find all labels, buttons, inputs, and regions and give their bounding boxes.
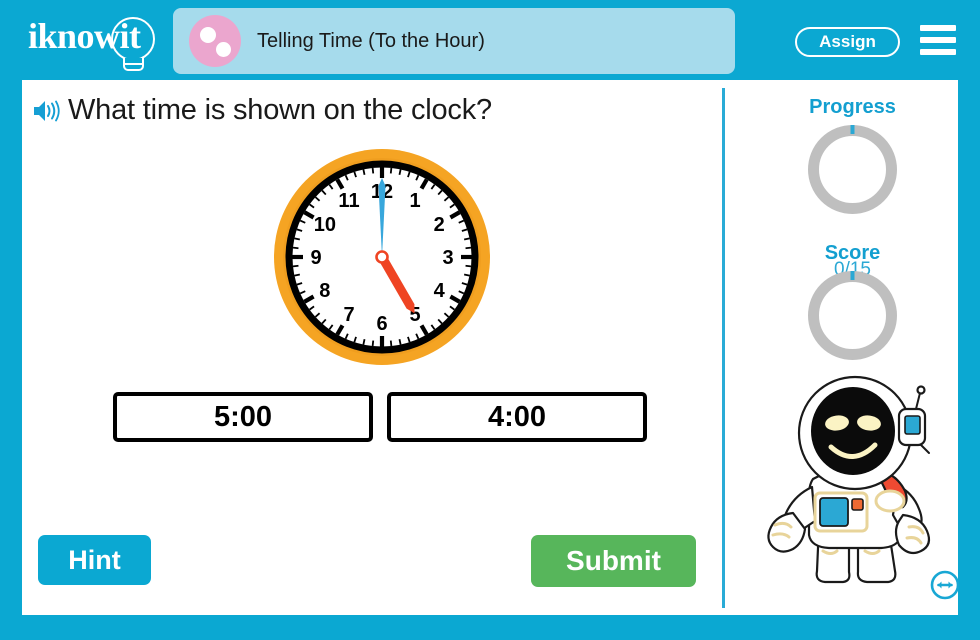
question-row: What time is shown on the clock? [32,94,492,127]
clock-face-svg: 121234567891011 [274,149,490,365]
svg-text:7: 7 [343,304,354,326]
astronaut-mascot [767,375,931,584]
clock-center-pin [375,250,389,264]
app-root: iknowit Telling Time (To the Hour) Assig… [0,0,980,640]
submit-button[interactable]: Submit [531,535,696,587]
analog-clock: 121234567891011 [267,142,497,372]
answer-choice-1[interactable]: 4:00 [387,392,647,442]
content-sidebar-divider [722,88,725,608]
svg-text:4: 4 [434,280,446,302]
svg-text:3: 3 [442,247,453,269]
svg-text:9: 9 [310,247,321,269]
lesson-title-band: Telling Time (To the Hour) [173,8,735,74]
content-canvas: What time is shown on the clock? 1212345… [22,80,960,615]
lesson-title: Telling Time (To the Hour) [257,29,485,52]
assign-button[interactable]: Assign [795,27,900,57]
lightbulb-filament-icon [125,63,142,65]
menu-bar-3 [920,49,956,55]
two-dots-circle-icon [189,15,241,67]
app-header: iknowit Telling Time (To the Hour) Assig… [0,0,980,80]
hint-button[interactable]: Hint [38,535,151,585]
status-sidebar: Progress 0/15 Score 0 [747,80,960,615]
svg-text:6: 6 [376,313,387,335]
expand-horizontal-icon[interactable] [930,570,960,600]
answer-choice-0[interactable]: 5:00 [113,392,373,442]
svg-text:11: 11 [338,190,359,212]
score-label: Score [824,242,881,264]
speaker-icon[interactable] [32,98,60,124]
dot-upper [200,27,216,43]
lightbulb-icon [111,17,155,61]
menu-bar-2 [920,37,956,43]
hamburger-menu-icon[interactable] [920,25,956,55]
iknowit-logo[interactable]: iknowit [28,16,173,71]
menu-bar-1 [920,25,956,31]
progress-label: Progress [809,96,896,118]
svg-text:10: 10 [314,214,336,236]
score-meter: 0 [805,268,900,426]
progress-meter: 0/15 [805,122,900,280]
question-text: What time is shown on the clock? [68,94,492,126]
svg-text:1: 1 [409,190,420,212]
dot-lower [216,42,231,57]
svg-text:8: 8 [319,280,330,302]
svg-text:2: 2 [434,214,445,236]
